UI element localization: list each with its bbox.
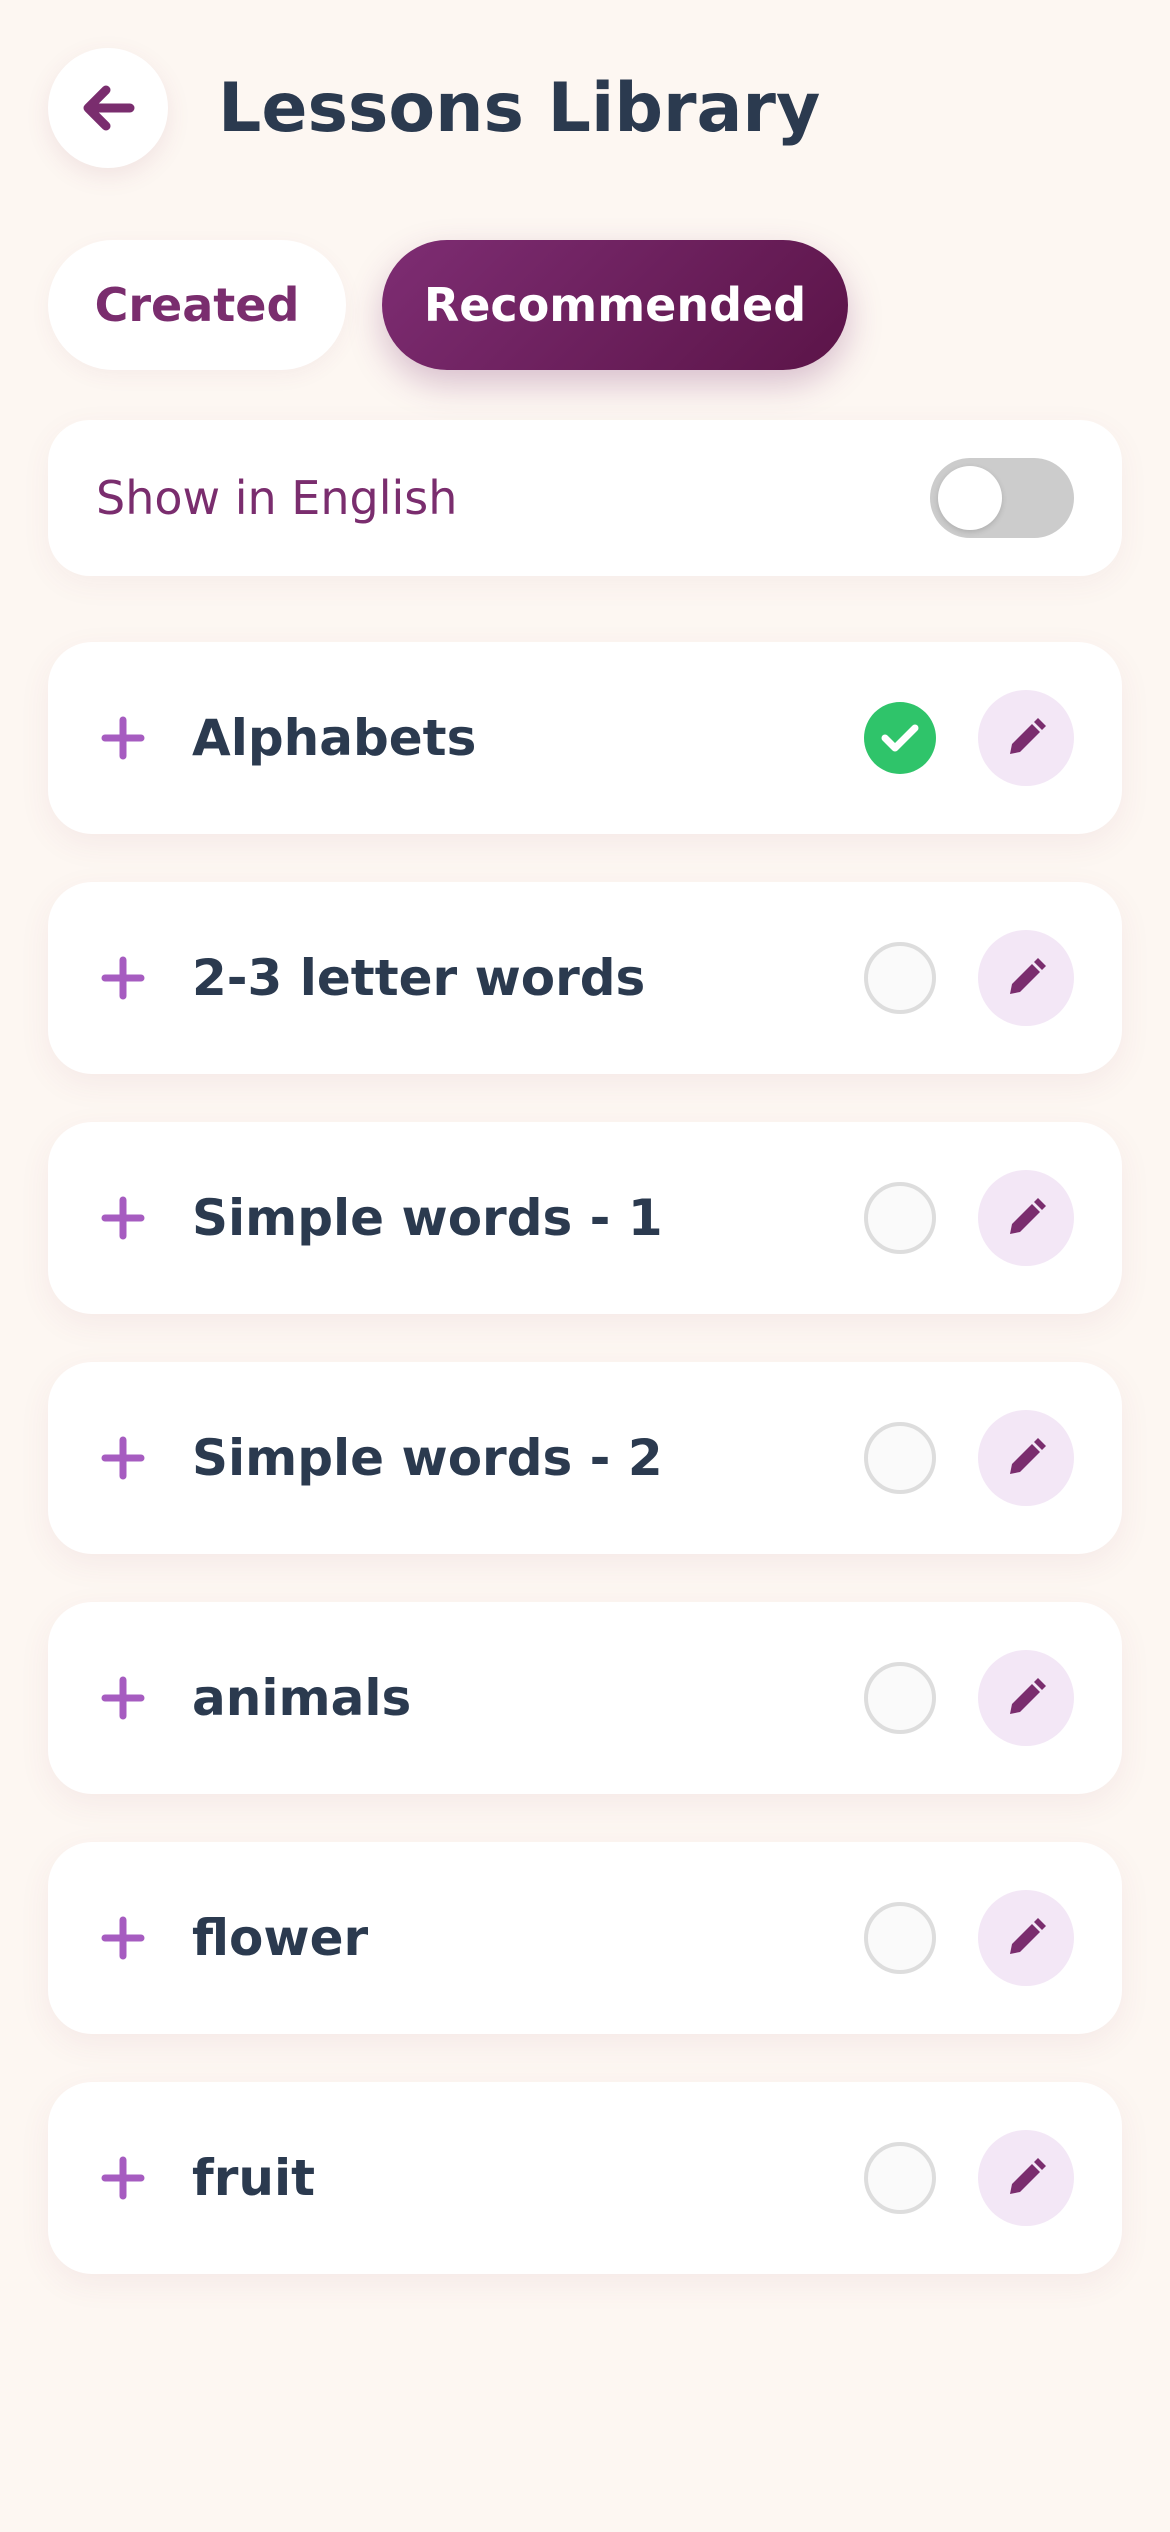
pencil-icon: [1010, 2158, 1046, 2194]
edit-button[interactable]: [978, 1650, 1074, 1746]
lesson-name: 2-3 letter words: [192, 949, 646, 1007]
lesson-name: fruit: [192, 2149, 316, 2207]
completion-circle[interactable]: [864, 2142, 936, 2214]
tab-bar: Created Recommended: [48, 240, 848, 370]
language-toggle-label: Show in English: [96, 471, 458, 525]
header: Lessons Library: [48, 48, 820, 168]
pencil-icon: [1010, 958, 1046, 994]
completion-circle[interactable]: [864, 1182, 936, 1254]
lesson-list: Alphabets 2-3 letter words Simple words …: [48, 642, 1122, 2322]
plus-icon[interactable]: [96, 1671, 150, 1725]
arrow-left-icon: [83, 85, 135, 131]
plus-icon[interactable]: [96, 1911, 150, 1965]
lesson-item[interactable]: fruit: [48, 2082, 1122, 2274]
lesson-item[interactable]: flower: [48, 1842, 1122, 2034]
back-button[interactable]: [48, 48, 168, 168]
lesson-name: Alphabets: [192, 709, 477, 767]
lesson-name: animals: [192, 1669, 412, 1727]
lesson-item[interactable]: animals: [48, 1602, 1122, 1794]
language-toggle-card: Show in English: [48, 420, 1122, 576]
plus-icon[interactable]: [96, 951, 150, 1005]
lesson-item[interactable]: Simple words - 2: [48, 1362, 1122, 1554]
lesson-item[interactable]: 2-3 letter words: [48, 882, 1122, 1074]
check-icon: [881, 724, 919, 752]
completion-circle[interactable]: [864, 1902, 936, 1974]
pencil-icon: [1010, 1678, 1046, 1714]
pencil-icon: [1010, 1438, 1046, 1474]
lesson-item[interactable]: Simple words - 1: [48, 1122, 1122, 1314]
lesson-name: Simple words - 2: [192, 1429, 663, 1487]
lesson-name: flower: [192, 1909, 369, 1967]
plus-icon[interactable]: [96, 1431, 150, 1485]
page-title: Lessons Library: [218, 68, 821, 148]
edit-button[interactable]: [978, 930, 1074, 1026]
edit-button[interactable]: [978, 690, 1074, 786]
language-toggle-switch[interactable]: [930, 458, 1074, 538]
completion-circle[interactable]: [864, 1662, 936, 1734]
pencil-icon: [1010, 718, 1046, 754]
completion-circle[interactable]: [864, 942, 936, 1014]
pencil-icon: [1010, 1918, 1046, 1954]
edit-button[interactable]: [978, 2130, 1074, 2226]
tab-recommended[interactable]: Recommended: [382, 240, 848, 370]
completed-check[interactable]: [864, 702, 936, 774]
lesson-name: Simple words - 1: [192, 1189, 663, 1247]
edit-button[interactable]: [978, 1410, 1074, 1506]
lesson-item[interactable]: Alphabets: [48, 642, 1122, 834]
pencil-icon: [1010, 1198, 1046, 1234]
plus-icon[interactable]: [96, 2151, 150, 2205]
tab-created[interactable]: Created: [48, 240, 346, 370]
plus-icon[interactable]: [96, 1191, 150, 1245]
edit-button[interactable]: [978, 1170, 1074, 1266]
completion-circle[interactable]: [864, 1422, 936, 1494]
toggle-knob: [938, 466, 1002, 530]
edit-button[interactable]: [978, 1890, 1074, 1986]
plus-icon[interactable]: [96, 711, 150, 765]
